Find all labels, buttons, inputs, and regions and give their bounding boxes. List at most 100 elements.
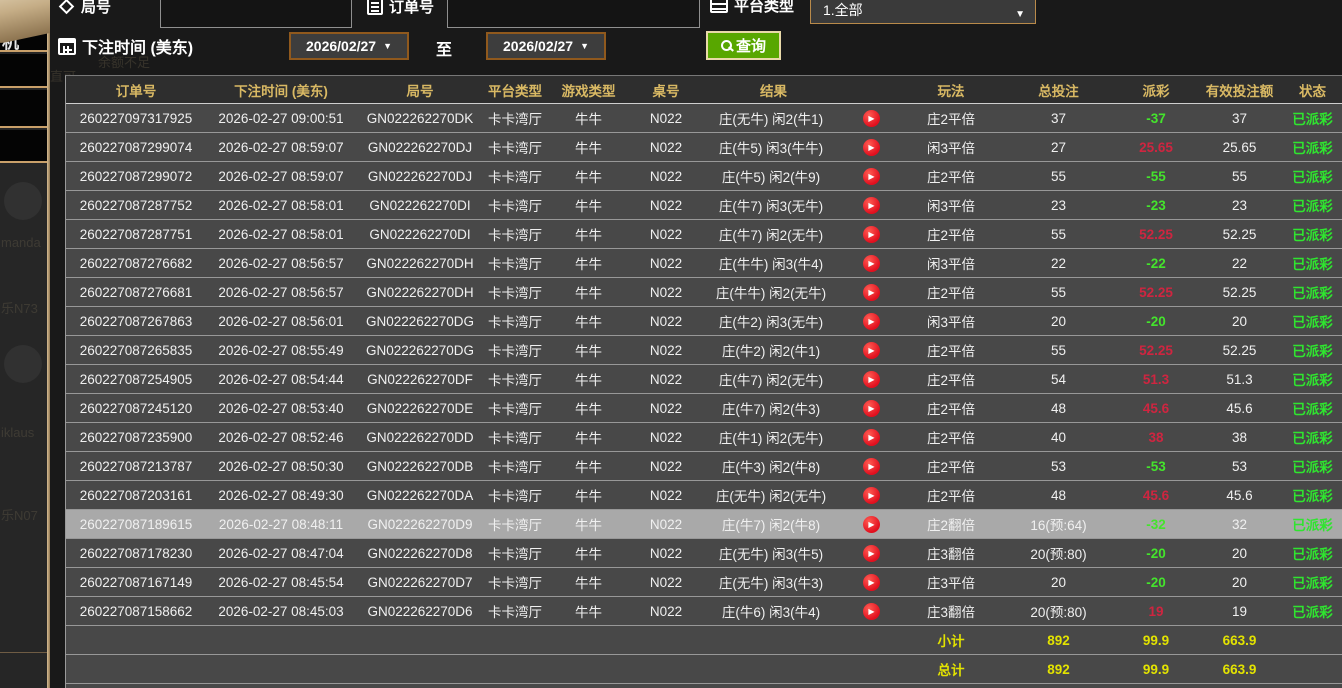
cell-total-bet: 53 bbox=[1001, 459, 1116, 474]
cell-valid-bet: 53 bbox=[1196, 459, 1283, 474]
play-replay-icon[interactable]: ▶ bbox=[863, 226, 880, 243]
cell-valid-bet: 55 bbox=[1196, 169, 1283, 184]
play-replay-icon[interactable]: ▶ bbox=[863, 574, 880, 591]
play-replay-icon[interactable]: ▶ bbox=[863, 313, 880, 330]
play-replay-icon[interactable]: ▶ bbox=[863, 110, 880, 127]
bet-record-row[interactable]: 2602270872678632026-02-27 08:56:01GN0222… bbox=[66, 307, 1342, 336]
cell-order-id: 260227087267863 bbox=[66, 314, 206, 329]
cell-bet-time: 2026-02-27 08:56:57 bbox=[206, 285, 356, 300]
cell-play-type: 庄3平倍 bbox=[901, 572, 1001, 592]
bet-record-row[interactable]: 2602270872990722026-02-27 08:59:07GN0222… bbox=[66, 162, 1342, 191]
bet-record-row[interactable]: 2602270872359002026-02-27 08:52:46GN0222… bbox=[66, 423, 1342, 452]
bet-record-row[interactable]: 2602270872877512026-02-27 08:58:01GN0222… bbox=[66, 220, 1342, 249]
play-replay-icon[interactable]: ▶ bbox=[863, 371, 880, 388]
cell-status: 已派彩 bbox=[1283, 311, 1342, 331]
cell-platform-type: 卡卡湾厅 bbox=[484, 543, 546, 563]
cell-status: 已派彩 bbox=[1283, 253, 1342, 273]
cell-play-type: 闲3平倍 bbox=[901, 137, 1001, 157]
play-replay-icon[interactable]: ▶ bbox=[863, 197, 880, 214]
bet-record-row[interactable]: 2602270871896152026-02-27 08:48:11GN0222… bbox=[66, 510, 1342, 539]
bet-record-row[interactable]: 2602270872451202026-02-27 08:53:40GN0222… bbox=[66, 394, 1342, 423]
bet-record-row[interactable]: 2602270872766822026-02-27 08:56:57GN0222… bbox=[66, 249, 1342, 278]
cell-order-id: 260227087189615 bbox=[66, 517, 206, 532]
cell-payout: 52.25 bbox=[1116, 285, 1196, 300]
bet-record-row[interactable]: 2602270872031612026-02-27 08:49:30GN0222… bbox=[66, 481, 1342, 510]
cell-status: 已派彩 bbox=[1283, 166, 1342, 186]
column-header-result: 结果 bbox=[701, 80, 901, 100]
round-input[interactable] bbox=[160, 0, 352, 28]
cell-valid-bet: 20 bbox=[1196, 575, 1283, 590]
play-replay-icon[interactable]: ▶ bbox=[863, 603, 880, 620]
bet-record-row[interactable]: 2602270871782302026-02-27 08:47:04GN0222… bbox=[66, 539, 1342, 568]
date-from-picker[interactable]: 2026/02/27 ▼ bbox=[289, 32, 409, 60]
replay-cell: ▶ bbox=[841, 110, 901, 127]
play-replay-icon[interactable]: ▶ bbox=[863, 255, 880, 272]
play-replay-icon[interactable]: ▶ bbox=[863, 400, 880, 417]
cell-bet-time: 2026-02-27 08:59:07 bbox=[206, 140, 356, 155]
bet-record-row[interactable]: 2602270872137872026-02-27 08:50:30GN0222… bbox=[66, 452, 1342, 481]
bet-record-row[interactable]: 2602270872549052026-02-27 08:54:44GN0222… bbox=[66, 365, 1342, 394]
bet-record-row[interactable]: 2602270871671492026-02-27 08:45:54GN0222… bbox=[66, 568, 1342, 597]
play-replay-icon[interactable]: ▶ bbox=[863, 342, 880, 359]
cell-bet-time: 2026-02-27 08:45:54 bbox=[206, 575, 356, 590]
play-replay-icon[interactable]: ▶ bbox=[863, 458, 880, 475]
cell-order-id: 260227087167149 bbox=[66, 575, 206, 590]
cell-total-bet: 23 bbox=[1001, 198, 1116, 213]
play-replay-icon[interactable]: ▶ bbox=[863, 545, 880, 562]
cell-payout: -23 bbox=[1116, 198, 1196, 213]
play-replay-icon[interactable]: ▶ bbox=[863, 168, 880, 185]
result-text: 庄(牛牛) 闲3(牛4) bbox=[701, 253, 841, 273]
order-input[interactable] bbox=[447, 0, 700, 28]
date-to-picker[interactable]: 2026/02/27 ▼ bbox=[486, 32, 606, 60]
cell-table-number: N022 bbox=[631, 546, 701, 561]
round-field-group: 局号 bbox=[58, 0, 111, 28]
cell-round-id: GN022262270DB bbox=[356, 459, 484, 474]
cell-valid-bet: 32 bbox=[1196, 517, 1283, 532]
cell-round-id: GN022262270D7 bbox=[356, 575, 484, 590]
cell-total-bet: 48 bbox=[1001, 488, 1116, 503]
cell-play-type: 庄2平倍 bbox=[901, 282, 1001, 302]
cell-platform-type: 卡卡湾厅 bbox=[484, 108, 546, 128]
cell-game-type: 牛牛 bbox=[546, 166, 631, 186]
cell-total-bet: 20(预:80) bbox=[1001, 543, 1116, 563]
bet-record-row[interactable]: 2602270872766812026-02-27 08:56:57GN0222… bbox=[66, 278, 1342, 307]
cell-total-bet: 20 bbox=[1001, 314, 1116, 329]
cell-play-type: 闲3平倍 bbox=[901, 253, 1001, 273]
bet-record-row[interactable]: 2602270871586622026-02-27 08:45:03GN0222… bbox=[66, 597, 1342, 626]
cell-bet-time: 2026-02-27 08:59:07 bbox=[206, 169, 356, 184]
play-replay-icon[interactable]: ▶ bbox=[863, 139, 880, 156]
play-replay-icon[interactable]: ▶ bbox=[863, 429, 880, 446]
bet-record-row[interactable]: 2602270973179252026-02-27 09:00:51GN0222… bbox=[66, 104, 1342, 133]
cell-status: 已派彩 bbox=[1283, 369, 1342, 389]
result-text: 庄(无牛) 闲3(牛5) bbox=[701, 543, 841, 563]
cell-game-type: 牛牛 bbox=[546, 485, 631, 505]
replay-cell: ▶ bbox=[841, 429, 901, 446]
cell-result: 庄(无牛) 闲2(无牛)▶ bbox=[701, 485, 901, 505]
platform-select[interactable]: 1.全部 ▼ bbox=[810, 0, 1036, 24]
cell-platform-type: 卡卡湾厅 bbox=[484, 514, 546, 534]
column-header-play: 玩法 bbox=[901, 80, 1001, 100]
cell-result: 庄(牛7) 闲2(牛3)▶ bbox=[701, 398, 901, 418]
bet-record-row[interactable]: 2602270872990742026-02-27 08:59:07GN0222… bbox=[66, 133, 1342, 162]
order-label: 订单号 bbox=[389, 0, 434, 17]
bet-record-row[interactable]: 2602270872658352026-02-27 08:55:49GN0222… bbox=[66, 336, 1342, 365]
cell-bet-time: 2026-02-27 08:58:01 bbox=[206, 227, 356, 242]
cell-order-id: 260227087213787 bbox=[66, 459, 206, 474]
cell-bet-time: 2026-02-27 08:56:57 bbox=[206, 256, 356, 271]
cell-platform-type: 卡卡湾厅 bbox=[484, 340, 546, 360]
cell-order-id: 260227097317925 bbox=[66, 111, 206, 126]
cell-total-bet: 20(预:80) bbox=[1001, 601, 1116, 621]
play-replay-icon[interactable]: ▶ bbox=[863, 487, 880, 504]
cell-play-type: 庄3翻倍 bbox=[901, 601, 1001, 621]
play-replay-icon[interactable]: ▶ bbox=[863, 516, 880, 533]
result-text: 庄(牛7) 闲2(牛8) bbox=[701, 514, 841, 534]
cell-play-type: 庄2平倍 bbox=[901, 166, 1001, 186]
bet-record-row[interactable]: 2602270872877522026-02-27 08:58:01GN0222… bbox=[66, 191, 1342, 220]
replay-cell: ▶ bbox=[841, 487, 901, 504]
play-replay-icon[interactable]: ▶ bbox=[863, 284, 880, 301]
cell-order-id: 260227087203161 bbox=[66, 488, 206, 503]
search-button[interactable]: 查询 bbox=[706, 31, 781, 60]
table-header-row: 订单号下注时间 (美东)局号平台类型游戏类型桌号结果玩法总投注派彩有效投注额状态 bbox=[66, 76, 1342, 104]
cell-table-number: N022 bbox=[631, 430, 701, 445]
cell-valid-bet: 45.6 bbox=[1196, 488, 1283, 503]
